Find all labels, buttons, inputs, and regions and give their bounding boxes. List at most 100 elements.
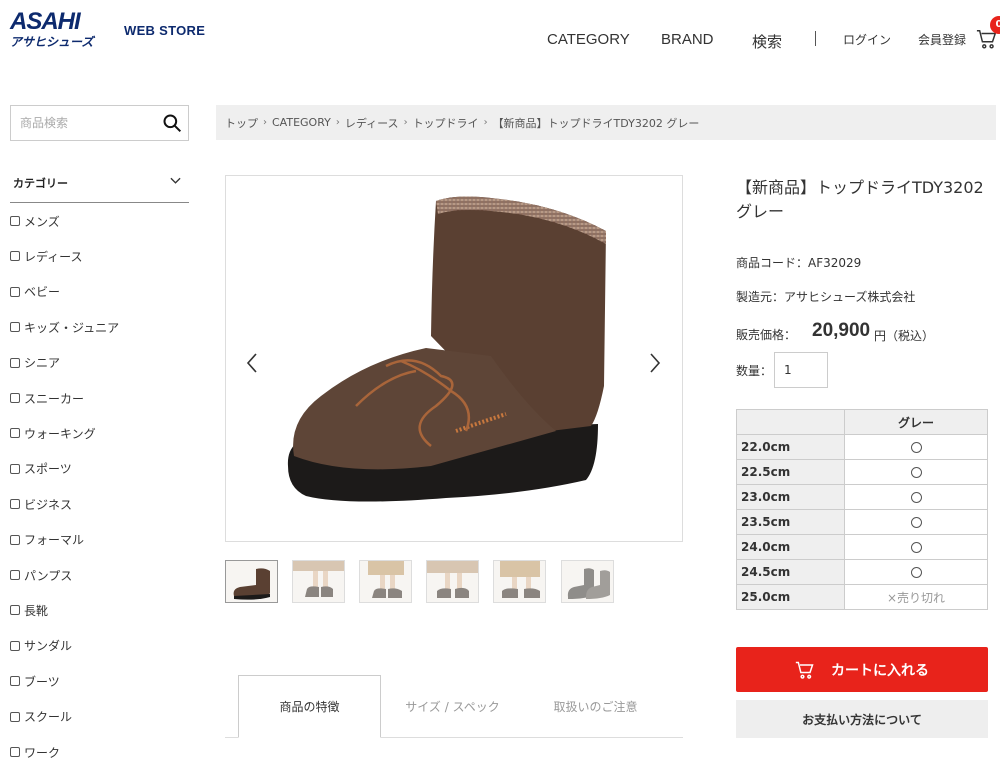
stock-cell[interactable] [844, 559, 988, 585]
product-code: 商品コード：AF32029 [736, 256, 862, 270]
category-label: 長靴 [24, 603, 49, 618]
prev-image-arrow[interactable] [245, 352, 259, 374]
size-row: 22.5cm [736, 459, 988, 485]
quantity-input[interactable] [774, 352, 828, 388]
thumbnail-4[interactable] [426, 560, 479, 603]
category-item[interactable]: メンズ [10, 211, 60, 231]
breadcrumb-item-top[interactable]: トップ [225, 115, 258, 131]
thumbnail-2[interactable] [292, 560, 345, 603]
category-checkbox[interactable] [10, 463, 20, 474]
category-checkbox[interactable] [10, 286, 20, 297]
category-item[interactable]: スポーツ [10, 459, 72, 479]
category-checkbox[interactable] [10, 570, 20, 580]
brand-logo[interactable]: ASAHI アサヒシューズ [10, 10, 110, 52]
category-item[interactable]: シニア [10, 353, 60, 373]
search-input[interactable] [11, 106, 156, 140]
breadcrumb-separator: › [483, 117, 488, 128]
category-label: スポーツ [24, 462, 72, 477]
category-label: メンズ [24, 214, 60, 229]
thumbnail-1[interactable] [225, 560, 278, 603]
category-checkbox[interactable] [10, 322, 20, 333]
category-checkbox[interactable] [10, 534, 20, 545]
product-main-image [225, 175, 683, 542]
category-item[interactable]: スニーカー [10, 388, 84, 408]
category-item[interactable]: ウォーキング [10, 423, 96, 443]
category-item[interactable]: 長靴 [10, 600, 48, 620]
breadcrumb-separator: › [263, 117, 267, 128]
stock-cell[interactable] [844, 509, 988, 535]
nav-divider [815, 31, 816, 46]
size-row: 23.5cm [736, 509, 988, 535]
category-item[interactable]: フォーマル [10, 530, 84, 550]
thumbnail-3[interactable] [359, 560, 412, 603]
category-checkbox[interactable] [10, 711, 20, 722]
next-image-arrow[interactable] [648, 352, 662, 374]
add-to-cart-button[interactable]: カートに入れる [736, 647, 988, 692]
breadcrumb: トップ › CATEGORY › レディース › トップドライ › 【新商品】ト… [216, 105, 996, 140]
category-checkbox[interactable] [10, 676, 20, 687]
logo-katakana: アサヒシューズ [10, 35, 94, 49]
category-item[interactable]: パンプス [10, 565, 72, 585]
category-item[interactable]: レディース [10, 246, 83, 266]
stock-cell[interactable]: ×売り切れ [844, 584, 988, 610]
category-checkbox[interactable] [10, 605, 20, 616]
category-checkbox[interactable] [10, 640, 20, 651]
category-checkbox[interactable] [10, 393, 20, 403]
size-row: 25.0cm ×売り切れ [736, 584, 988, 610]
tab-size-spec[interactable]: サイズ / スペック [381, 675, 524, 738]
register-link[interactable]: 会員登録 [918, 31, 966, 48]
category-item[interactable]: サンダル [10, 636, 72, 656]
category-checkbox[interactable] [10, 216, 20, 226]
category-label: スクール [24, 710, 73, 725]
category-label: シニア [24, 356, 61, 371]
search-icon[interactable] [162, 113, 182, 133]
category-item[interactable]: キッズ・ジュニア [10, 317, 119, 337]
breadcrumb-item-ladies[interactable]: レディース [345, 115, 399, 131]
stock-cell[interactable] [844, 459, 988, 485]
nav-category[interactable]: CATEGORY [547, 31, 630, 48]
breadcrumb-item-topdry[interactable]: トップドライ [413, 115, 479, 131]
cart-icon [795, 661, 814, 679]
category-checkbox[interactable] [10, 499, 20, 510]
stock-cell[interactable] [844, 534, 988, 560]
stock-cell[interactable] [844, 434, 988, 460]
category-label: ベビー [24, 285, 61, 300]
category-label: フォーマル [24, 533, 85, 548]
category-accordion-header[interactable]: カテゴリー [10, 165, 189, 203]
stock-cell[interactable] [844, 484, 988, 510]
category-label: ワーク [24, 745, 61, 760]
breadcrumb-item-category[interactable]: CATEGORY [272, 116, 331, 129]
category-item[interactable]: スクール [10, 707, 72, 727]
category-checkbox[interactable] [10, 251, 20, 262]
category-checkbox[interactable] [10, 428, 20, 439]
tab-care-notes[interactable]: 取扱いのご注意 [524, 675, 667, 738]
category-checkbox[interactable] [10, 357, 20, 368]
tab-features[interactable]: 商品の特徴 [238, 675, 381, 738]
category-item[interactable]: ベビー [10, 282, 60, 302]
category-item[interactable]: ビジネス [10, 494, 72, 514]
nav-search[interactable]: 検索 [752, 31, 782, 52]
category-label: ウォーキング [24, 426, 96, 441]
size-row: 23.0cm [736, 484, 988, 510]
category-item[interactable]: ワーク [10, 742, 60, 761]
size-cell: 25.0cm [736, 584, 845, 610]
thumbnail-6[interactable] [561, 560, 614, 603]
category-checkbox[interactable] [10, 747, 20, 757]
category-label: スニーカー [24, 391, 85, 406]
nav-brand[interactable]: BRAND [661, 31, 714, 48]
sidebar-search [10, 105, 189, 141]
payment-info-button[interactable]: お支払い方法について [736, 700, 988, 738]
product-maker: 製造元：アサヒシューズ株式会社 [736, 290, 916, 304]
price-value: 20,900 [812, 320, 871, 341]
add-to-cart-label: カートに入れる [831, 662, 929, 679]
price-label: 販売価格： [736, 328, 797, 342]
category-item[interactable]: ブーツ [10, 671, 60, 691]
sold-out-label: ×売り切れ [886, 590, 946, 605]
logo-wordmark: ASAHI [10, 8, 81, 35]
login-link[interactable]: ログイン [843, 31, 891, 48]
size-row: 22.0cm [736, 434, 988, 460]
category-label: ブーツ [24, 674, 60, 689]
category-label: ビジネス [24, 497, 73, 512]
in-stock-circle-icon [910, 517, 922, 528]
thumbnail-5[interactable] [493, 560, 546, 603]
